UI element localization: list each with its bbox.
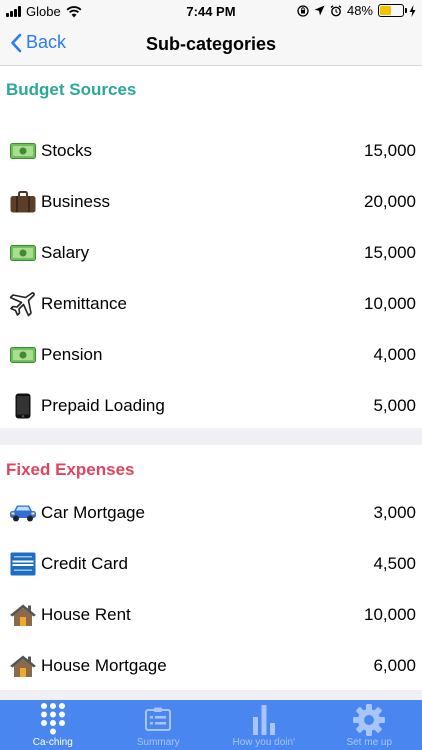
list-item-prepaid-loading[interactable]: Prepaid Loading 5,000 <box>0 380 422 431</box>
item-label: Pension <box>41 344 103 364</box>
item-amount: 15,000 <box>364 140 416 160</box>
item-label: Business <box>41 191 110 211</box>
house-icon <box>9 653 37 679</box>
list-item-remittance[interactable]: Remittance 10,000 <box>0 278 422 329</box>
credit-card-icon <box>9 551 37 577</box>
item-label: Car Mortgage <box>41 502 145 522</box>
tab-label: Ca-ching <box>32 737 73 748</box>
section-separator <box>0 428 422 445</box>
item-label: Prepaid Loading <box>41 395 165 415</box>
list-item-house-mortgage[interactable]: House Mortgage 6,000 <box>0 640 422 691</box>
tab-bar: Ca-ching Summary How you doin' Set me up <box>0 700 422 750</box>
item-amount: 5,000 <box>373 395 416 415</box>
item-amount: 15,000 <box>364 242 416 262</box>
list-item-stocks[interactable]: Stocks 15,000 <box>0 125 422 176</box>
clipboard-icon <box>106 707 212 731</box>
page-title: Sub-categories <box>145 34 277 54</box>
tab-label: Summary <box>136 737 180 748</box>
tab-ca-ching[interactable]: Ca-ching <box>0 700 106 750</box>
budget-sources-header: Budget Sources <box>6 80 137 99</box>
list-item-car-mortgage[interactable]: Car Mortgage 3,000 <box>0 487 422 538</box>
tab-how-you-doin[interactable]: How you doin' <box>211 700 317 750</box>
airplane-icon <box>9 291 37 317</box>
tab-set-me-up[interactable]: Set me up <box>317 700 422 750</box>
keypad-icon <box>0 702 106 736</box>
alarm-icon <box>330 4 342 16</box>
item-label: Credit Card <box>41 553 128 573</box>
briefcase-icon <box>9 189 37 215</box>
item-amount: 10,000 <box>364 604 416 624</box>
gear-icon <box>317 704 422 736</box>
bar-chart-icon <box>211 703 317 735</box>
money-icon <box>9 240 37 266</box>
status-bar: Globe 7:44 PM 48% <box>0 0 422 22</box>
tab-label: How you doin' <box>232 737 296 748</box>
list-item-pension[interactable]: Pension 4,000 <box>0 329 422 380</box>
money-icon <box>9 342 37 368</box>
item-amount: 3,000 <box>373 502 416 522</box>
navigation-bar: Back Sub-categories <box>0 22 422 66</box>
item-label: House Rent <box>41 604 131 624</box>
charging-icon <box>409 4 416 17</box>
list-item-salary[interactable]: Salary 15,000 <box>0 227 422 278</box>
tab-summary[interactable]: Summary <box>106 700 212 750</box>
battery-percent: 48% <box>346 3 373 18</box>
item-label: Stocks <box>41 140 93 160</box>
item-label: House Mortgage <box>41 655 167 675</box>
fixed-expenses-header: Fixed Expenses <box>6 460 135 479</box>
list-item-credit-card[interactable]: Credit Card 4,500 <box>0 538 422 589</box>
rotation-lock-icon <box>297 4 309 17</box>
item-amount: 4,000 <box>373 344 416 364</box>
list-item-house-rent[interactable]: House Rent 10,000 <box>0 589 422 640</box>
car-icon <box>9 500 37 526</box>
item-label: Remittance <box>41 293 127 313</box>
money-icon <box>9 138 37 164</box>
battery-icon <box>378 4 407 17</box>
status-right: 48% <box>297 3 416 18</box>
house-icon <box>9 602 37 628</box>
location-icon <box>314 5 325 16</box>
item-label: Salary <box>41 242 90 262</box>
item-amount: 20,000 <box>364 191 416 211</box>
item-amount: 4,500 <box>373 553 416 573</box>
item-amount: 6,000 <box>373 655 416 675</box>
section-separator <box>0 690 422 700</box>
phone-icon <box>9 393 37 419</box>
item-amount: 10,000 <box>364 293 416 313</box>
tab-label: Set me up <box>346 737 393 748</box>
list-item-business[interactable]: Business 20,000 <box>0 176 422 227</box>
battery-fill <box>380 6 391 15</box>
